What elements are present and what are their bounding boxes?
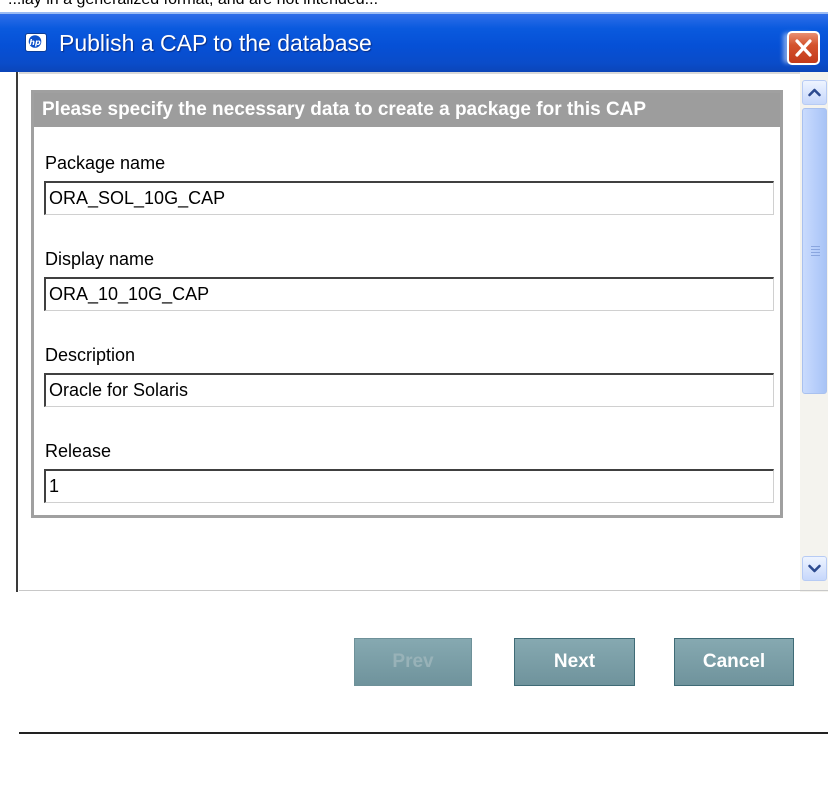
scroll-up-button[interactable] bbox=[802, 80, 827, 105]
caption-fragment: ...lay in a generalized format, and are … bbox=[8, 0, 378, 9]
next-button[interactable]: Next bbox=[514, 638, 635, 686]
cancel-button[interactable]: Cancel bbox=[674, 638, 794, 686]
release-input[interactable] bbox=[44, 469, 774, 503]
chevron-up-icon bbox=[808, 88, 821, 97]
hp-logo-icon: hp bbox=[25, 33, 47, 52]
description-label: Description bbox=[45, 345, 136, 365]
window-title: Publish a CAP to the database bbox=[59, 30, 372, 56]
close-button[interactable] bbox=[787, 31, 820, 65]
package-name-input[interactable] bbox=[44, 181, 774, 215]
title-bar[interactable]: hp Publish a CAP to the database bbox=[0, 12, 828, 72]
panel-header: Please specify the necessary data to cre… bbox=[34, 93, 780, 127]
window-left-frame bbox=[0, 72, 18, 786]
description-input[interactable] bbox=[44, 373, 774, 407]
button-area-divider bbox=[19, 590, 828, 591]
release-label: Release bbox=[45, 441, 112, 461]
scroll-down-button[interactable] bbox=[802, 556, 827, 581]
close-icon bbox=[795, 39, 812, 57]
chevron-down-icon bbox=[808, 564, 821, 573]
prev-button[interactable]: Prev bbox=[354, 638, 472, 686]
display-name-label: Display name bbox=[45, 249, 155, 269]
caption-strip: ...lay in a generalized format, and are … bbox=[0, 0, 828, 12]
package-name-label: Package name bbox=[45, 153, 166, 173]
svg-text:hp: hp bbox=[29, 38, 41, 47]
footer-divider bbox=[19, 732, 828, 734]
display-name-input[interactable] bbox=[44, 277, 774, 311]
vertical-scrollbar[interactable] bbox=[800, 72, 828, 592]
scroll-thumb[interactable] bbox=[802, 108, 827, 394]
content-top-divider bbox=[19, 72, 800, 74]
package-form-panel: Please specify the necessary data to cre… bbox=[31, 90, 783, 518]
